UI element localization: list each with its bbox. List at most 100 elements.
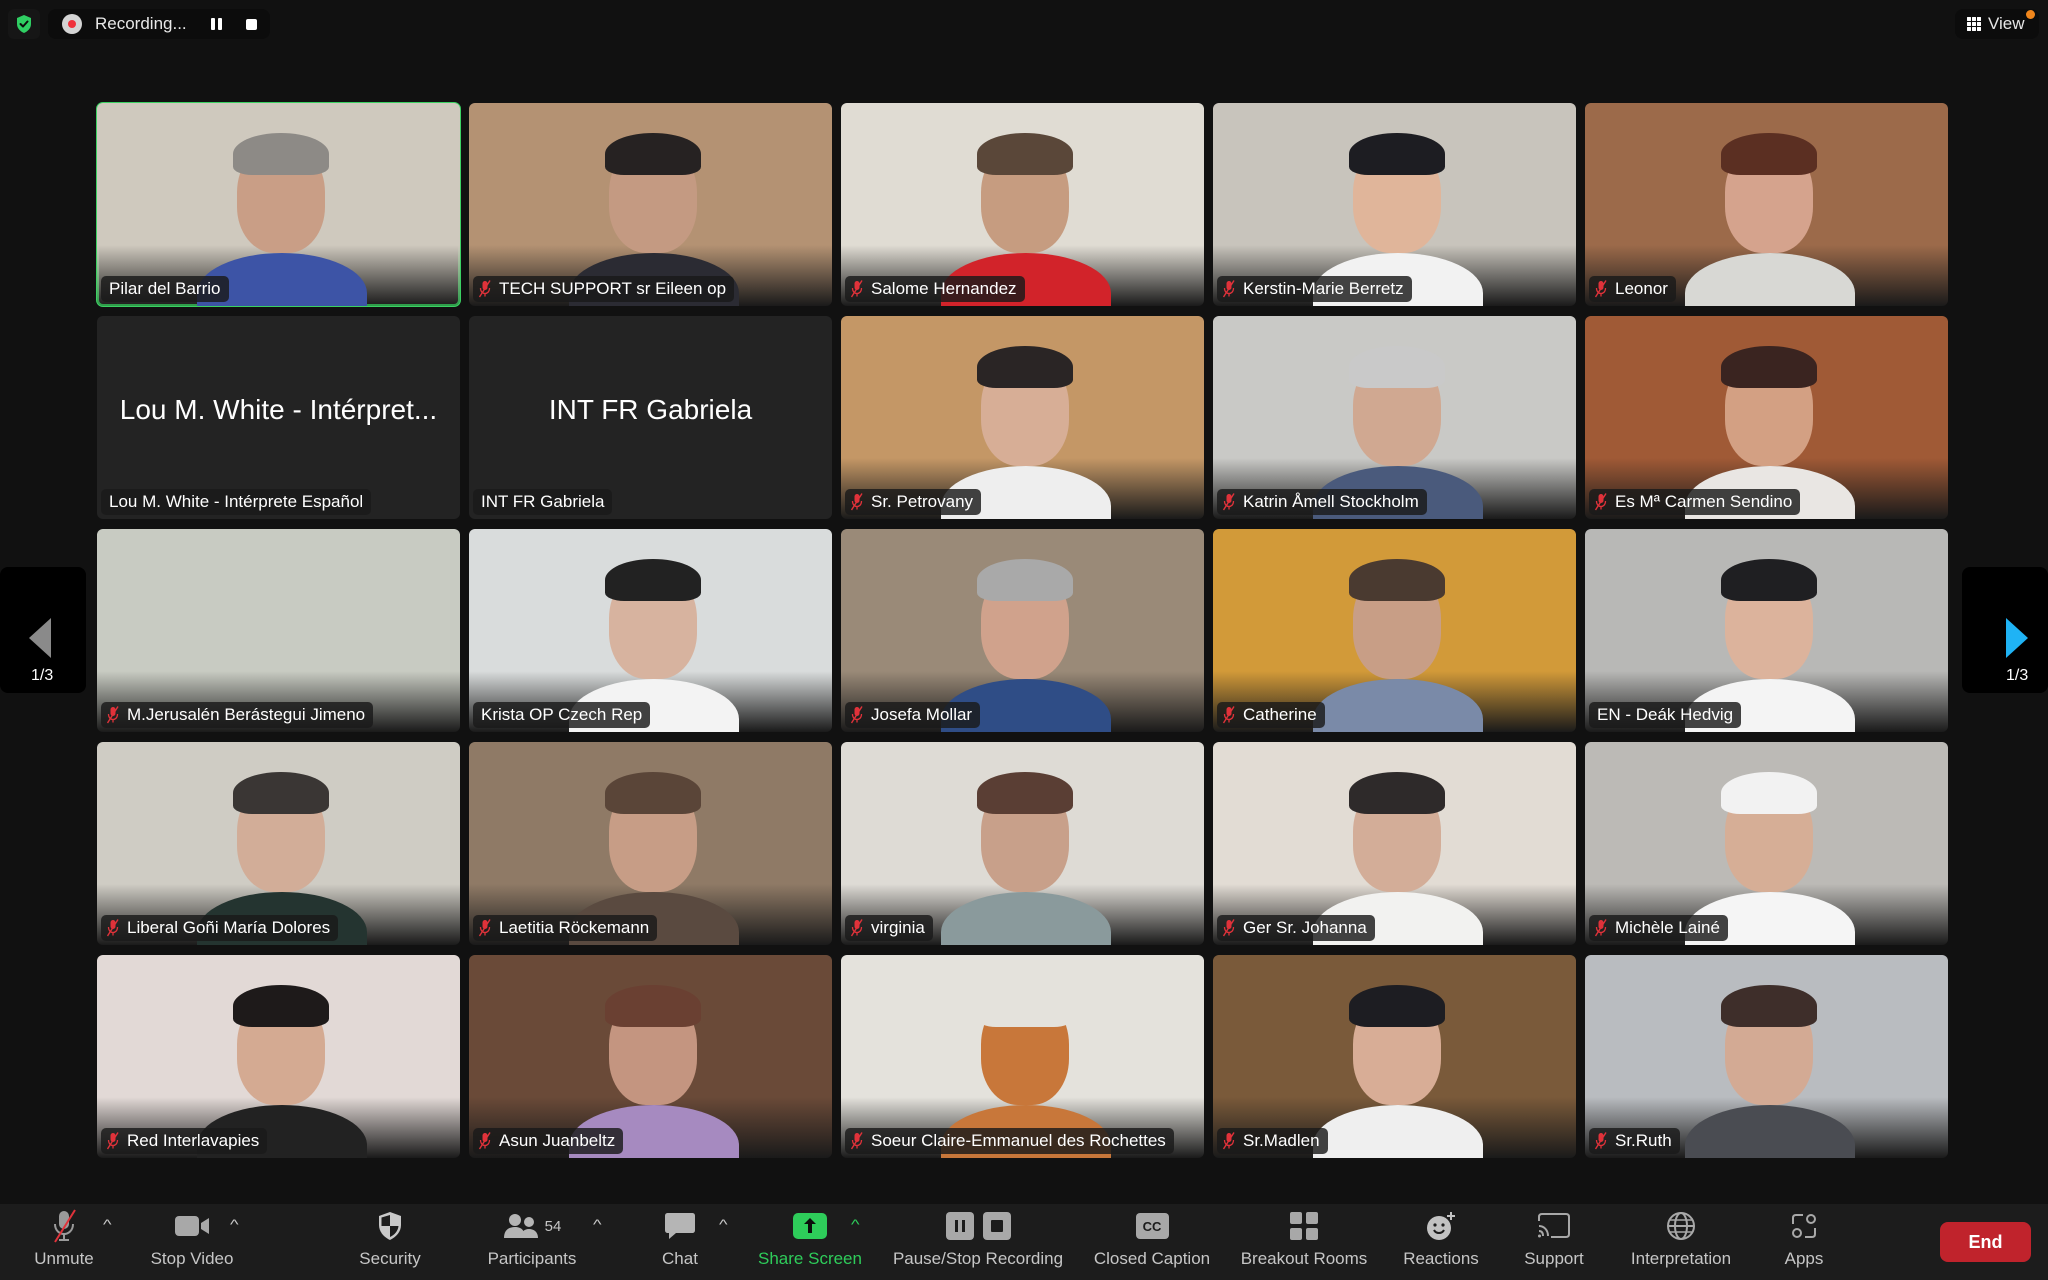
muted-mic-icon	[1222, 280, 1235, 298]
pause-stop-recording-button[interactable]: Pause/Stop Recording	[888, 1204, 1068, 1280]
pause-recording-button[interactable]	[210, 18, 222, 30]
participant-tile[interactable]: Krista OP Czech Rep	[469, 529, 832, 732]
security-status-button[interactable]	[8, 9, 40, 39]
gallery-grid: Pilar del Barrio TECH SUPPORT sr Eileen o…	[96, 102, 1948, 1158]
apps-label: Apps	[1784, 1249, 1824, 1268]
view-label: View	[1988, 14, 2025, 33]
participant-name-label: Asun Juanbeltz	[473, 1128, 624, 1154]
breakout-rooms-button[interactable]: Breakout Rooms	[1238, 1204, 1370, 1280]
participant-name: Michèle Lainé	[1615, 918, 1720, 937]
participant-name: M.Jerusalén Berástegui Jimeno	[127, 705, 366, 724]
participant-name: Soeur Claire-Emmanuel des Rochettes	[871, 1131, 1166, 1150]
apps-button[interactable]: Apps	[1780, 1204, 1828, 1280]
end-meeting-button[interactable]: End	[1940, 1222, 2031, 1262]
participant-name-label: Sr.Ruth	[1589, 1128, 1680, 1154]
page-indicator-left: 1/3	[31, 667, 54, 684]
stop-video-button[interactable]: Stop Video	[144, 1204, 240, 1280]
participant-tile[interactable]: Salome Hernandez	[841, 103, 1204, 306]
chat-options-caret[interactable]: ^	[719, 1216, 728, 1232]
participant-name: Asun Juanbeltz	[499, 1131, 616, 1150]
participant-tile[interactable]: Asun Juanbeltz	[469, 955, 832, 1158]
participant-name-label: Kerstin-Marie Berretz	[1217, 276, 1412, 302]
participant-name: Salome Hernandez	[871, 279, 1017, 298]
participant-tile[interactable]: Kerstin-Marie Berretz	[1213, 103, 1576, 306]
participant-tile[interactable]: Es Mª Carmen Sendino	[1585, 316, 1948, 519]
participant-name-label: Soeur Claire-Emmanuel des Rochettes	[845, 1128, 1174, 1154]
participant-tile[interactable]: Michèle Lainé	[1585, 742, 1948, 945]
participant-name-label: Salome Hernandez	[845, 276, 1025, 302]
muted-mic-icon	[106, 706, 119, 724]
closed-caption-button[interactable]: CC Closed Caption	[1090, 1204, 1214, 1280]
participant-tile[interactable]: Sr.Ruth	[1585, 955, 1948, 1158]
muted-mic-icon	[1594, 493, 1607, 511]
participant-tile[interactable]: TECH SUPPORT sr Eileen op	[469, 103, 832, 306]
support-button[interactable]: Support	[1518, 1204, 1590, 1280]
participant-tile[interactable]: Catherine	[1213, 529, 1576, 732]
recording-indicator: Recording...	[48, 9, 270, 39]
participant-name: Laetitia Röckemann	[499, 918, 650, 937]
view-button[interactable]: View	[1955, 9, 2039, 39]
video-options-caret[interactable]: ^	[230, 1216, 239, 1232]
reactions-button[interactable]: Reactions	[1400, 1204, 1482, 1280]
participant-tile[interactable]: Pilar del Barrio	[96, 102, 461, 307]
recording-status-text: Recording...	[95, 14, 187, 33]
unmute-button[interactable]: Unmute	[28, 1204, 100, 1280]
chat-button[interactable]: Chat	[652, 1204, 708, 1280]
participant-name: Krista OP Czech Rep	[481, 705, 643, 724]
unmute-label: Unmute	[34, 1249, 94, 1268]
participant-name-label: INT FR Gabriela	[473, 489, 613, 515]
muted-mic-icon	[478, 919, 491, 937]
participant-name-label: Sr. Petrovany	[845, 489, 982, 515]
participant-tile[interactable]: INT FR Gabriela INT FR Gabriela	[469, 316, 832, 519]
participant-tile[interactable]: Lou M. White - Intérpret... Lou M. White …	[97, 316, 460, 519]
next-page-button[interactable]: 1/3	[1962, 567, 2048, 693]
participant-name: Leonor	[1615, 279, 1668, 298]
participant-tile[interactable]: Laetitia Röckemann	[469, 742, 832, 945]
participant-name: Ger Sr. Johanna	[1243, 918, 1367, 937]
participants-count: 54	[544, 1217, 562, 1235]
participant-tile[interactable]: Red Interlavapies	[97, 955, 460, 1158]
participant-tile[interactable]: Sr.Madlen	[1213, 955, 1576, 1158]
participant-name-label: Sr.Madlen	[1217, 1128, 1328, 1154]
share-options-caret[interactable]: ^	[851, 1216, 860, 1232]
participant-tile[interactable]: EN - Deák Hedvig	[1585, 529, 1948, 732]
recording-dot-icon	[62, 14, 82, 34]
security-button[interactable]: Security	[352, 1204, 428, 1280]
participants-options-caret[interactable]: ^	[593, 1216, 602, 1232]
muted-mic-icon	[1222, 493, 1235, 511]
participant-name-label: Red Interlavapies	[101, 1128, 268, 1154]
participant-tile[interactable]: Liberal Goñi María Dolores	[97, 742, 460, 945]
participants-label: Participants	[487, 1249, 577, 1268]
participant-name: Lou M. White - Intérprete Español	[109, 492, 364, 511]
closed-caption-label: Closed Caption	[1093, 1249, 1211, 1268]
muted-mic-icon	[478, 280, 491, 298]
participant-name-label: Krista OP Czech Rep	[473, 702, 651, 728]
pause-stop-recording-label: Pause/Stop Recording	[892, 1249, 1064, 1268]
participant-tile[interactable]: Josefa Mollar	[841, 529, 1204, 732]
page-indicator-right: 1/3	[2006, 667, 2029, 684]
interpretation-button[interactable]: Interpretation	[1624, 1204, 1738, 1280]
muted-mic-icon	[1594, 919, 1607, 937]
participant-tile[interactable]: Sr. Petrovany	[841, 316, 1204, 519]
participant-tile[interactable]: Ger Sr. Johanna	[1213, 742, 1576, 945]
participant-tile[interactable]: M.Jerusalén Berástegui Jimeno	[97, 529, 460, 732]
stop-recording-button[interactable]	[245, 18, 257, 30]
muted-mic-icon	[850, 493, 863, 511]
participant-tile[interactable]: virginia	[841, 742, 1204, 945]
muted-mic-icon	[1222, 706, 1235, 724]
grid-view-icon	[1967, 17, 1981, 31]
participant-tile[interactable]: Soeur Claire-Emmanuel des Rochettes	[841, 955, 1204, 1158]
participants-button[interactable]: 54 Participants	[482, 1204, 582, 1280]
participant-tile[interactable]: Leonor	[1585, 103, 1948, 306]
video-camera-icon	[173, 1204, 211, 1248]
participant-tile[interactable]: Katrin Åmell Stockholm	[1213, 316, 1576, 519]
muted-mic-icon	[1594, 280, 1607, 298]
audio-options-caret[interactable]: ^	[103, 1216, 112, 1232]
participant-name-label: Pilar del Barrio	[101, 276, 229, 302]
previous-page-button[interactable]: 1/3	[0, 567, 86, 693]
participant-display-name: Lou M. White - Intérpret...	[119, 394, 438, 425]
participant-name: Red Interlavapies	[127, 1131, 260, 1150]
participant-name: Kerstin-Marie Berretz	[1243, 279, 1404, 298]
participant-name: virginia	[871, 918, 925, 937]
participant-name-label: Leonor	[1589, 276, 1676, 302]
